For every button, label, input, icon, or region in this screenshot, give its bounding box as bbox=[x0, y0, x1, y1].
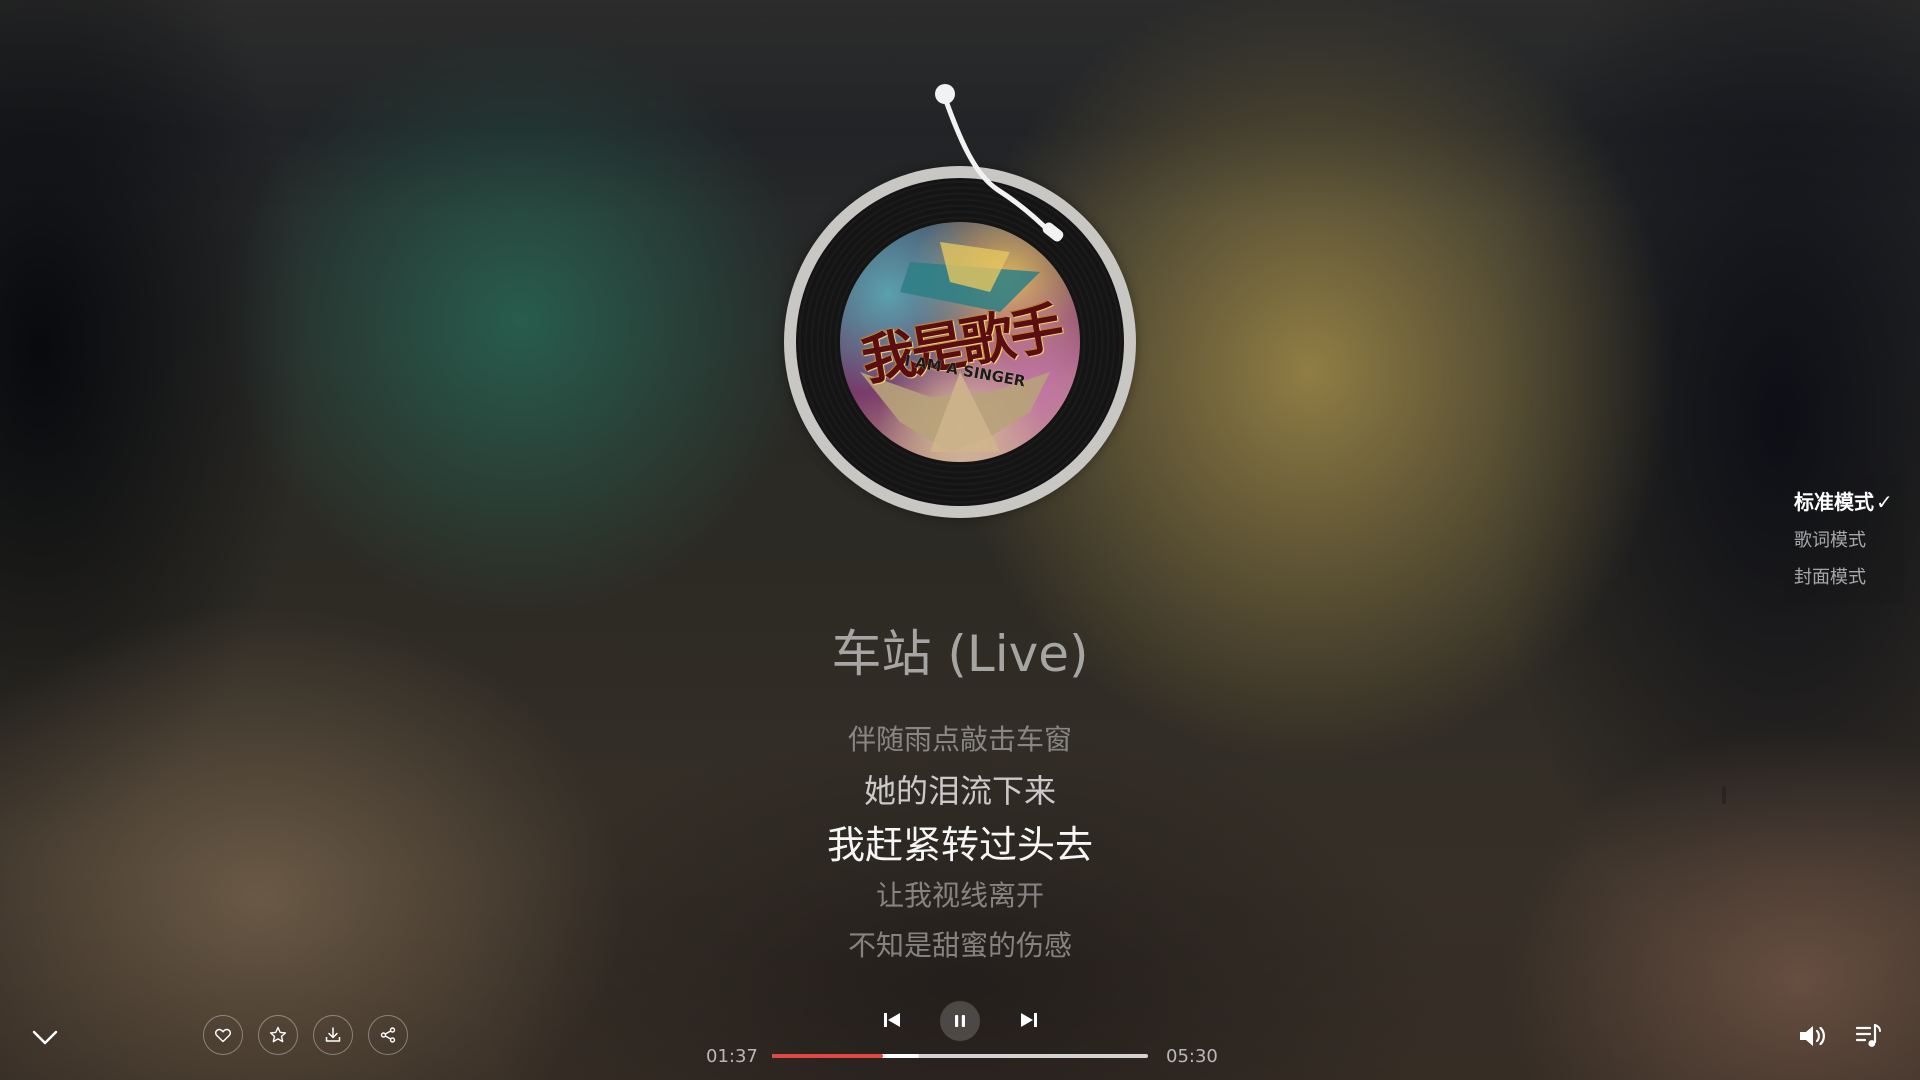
lyric-line: 不知是甜蜜的伤感 bbox=[847, 929, 1072, 962]
mode-lyrics-label: 歌词模式 bbox=[1794, 530, 1866, 551]
lyric-line: 伴随雨点敲击车窗 bbox=[847, 723, 1072, 756]
progress-bar[interactable] bbox=[772, 1054, 1148, 1058]
lyrics-scroll-indicator[interactable] bbox=[1722, 786, 1726, 804]
total-time: 05:30 bbox=[1166, 1046, 1218, 1067]
check-icon: ✓ bbox=[1876, 490, 1893, 514]
favorite-button[interactable] bbox=[258, 1015, 298, 1055]
download-icon bbox=[325, 1027, 341, 1042]
like-button[interactable] bbox=[203, 1015, 243, 1055]
star-icon bbox=[269, 1026, 287, 1043]
current-time: 01:37 bbox=[706, 1046, 758, 1067]
mode-standard-label: 标准模式 bbox=[1794, 490, 1874, 514]
lyric-line: 让我视线离开 bbox=[875, 879, 1044, 912]
mode-lyrics[interactable]: 歌词模式 bbox=[1794, 526, 1866, 552]
song-title: 车站 (Live) bbox=[831, 625, 1089, 683]
chevron-down-icon[interactable] bbox=[30, 1022, 60, 1052]
mode-cover[interactable]: 封面模式 bbox=[1794, 563, 1866, 589]
heart-icon bbox=[215, 1028, 231, 1043]
lyric-line-current: 我赶紧转过头去 bbox=[826, 823, 1093, 867]
pause-button[interactable] bbox=[940, 1001, 980, 1041]
display-mode-menu: 标准模式 ✓ 歌词模式 封面模式 bbox=[1784, 474, 1904, 604]
share-button[interactable] bbox=[368, 1015, 408, 1055]
player-stage: 我是歌手 I AM A SINGER 标准模式 ✓ 歌词模式 封面模式 车站 (L… bbox=[0, 0, 1920, 1080]
volume-icon[interactable] bbox=[1797, 1022, 1829, 1050]
tonearm bbox=[935, 84, 1064, 242]
download-button[interactable] bbox=[313, 1015, 353, 1055]
next-track-button[interactable] bbox=[1017, 1008, 1041, 1032]
lyric-line: 她的泪流下来 bbox=[863, 772, 1056, 810]
pause-icon bbox=[955, 1015, 965, 1027]
mode-cover-label: 封面模式 bbox=[1794, 567, 1866, 588]
progress-played bbox=[772, 1054, 883, 1058]
mode-standard[interactable]: 标准模式 ✓ bbox=[1794, 486, 1893, 515]
skip-next-icon bbox=[1021, 1013, 1037, 1027]
previous-track-button[interactable] bbox=[881, 1008, 903, 1032]
playlist-icon[interactable] bbox=[1855, 1022, 1883, 1050]
share-icon bbox=[380, 1027, 396, 1043]
skip-previous-icon bbox=[884, 1013, 900, 1027]
